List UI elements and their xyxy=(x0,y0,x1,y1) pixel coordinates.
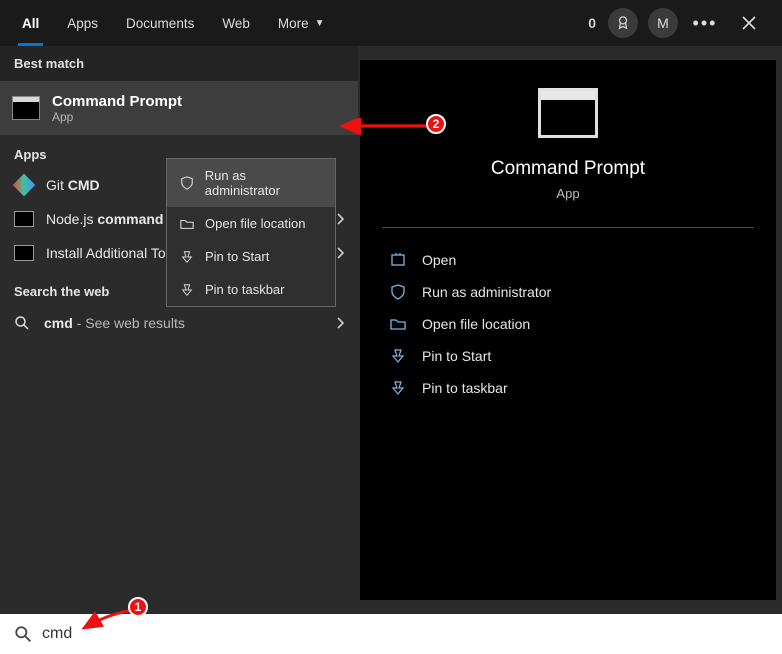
best-match-title: Command Prompt xyxy=(52,93,182,110)
search-icon xyxy=(14,625,32,643)
action-label: Open xyxy=(422,252,456,268)
chevron-right-icon xyxy=(336,317,344,329)
git-icon xyxy=(14,176,34,194)
tab-more[interactable]: More ▼ xyxy=(264,0,339,46)
annotation-badge-1: 1 xyxy=(128,597,148,617)
action-label: Open file location xyxy=(422,316,530,332)
action-label: Pin to Start xyxy=(422,348,491,364)
close-button[interactable] xyxy=(732,6,766,40)
terminal-icon xyxy=(14,210,34,228)
annotation-arrow-2 xyxy=(336,118,432,138)
annotation-badge-2: 2 xyxy=(426,114,446,134)
context-menu-open-location[interactable]: Open file location xyxy=(167,207,335,240)
app-result-label: Git CMD xyxy=(46,177,100,193)
user-avatar[interactable]: M xyxy=(648,8,678,38)
folder-icon xyxy=(179,217,195,231)
badge-icon xyxy=(616,16,630,30)
command-prompt-icon xyxy=(12,96,40,120)
best-match-result[interactable]: Command Prompt App xyxy=(0,81,358,135)
command-prompt-icon xyxy=(538,88,598,138)
action-label: Pin to taskbar xyxy=(422,380,508,396)
search-icon xyxy=(14,315,32,331)
search-filter-tabs: All Apps Documents Web More ▼ 0 M ••• xyxy=(0,0,782,46)
pin-icon xyxy=(179,250,195,264)
best-match-subtitle: App xyxy=(52,110,182,124)
chevron-right-icon xyxy=(336,247,344,259)
more-options-button[interactable]: ••• xyxy=(688,6,722,40)
search-input[interactable] xyxy=(42,625,768,643)
action-open-location[interactable]: Open file location xyxy=(382,308,754,340)
tab-documents[interactable]: Documents xyxy=(112,0,208,46)
web-result-label: cmd - See web results xyxy=(44,315,185,331)
action-run-as-admin[interactable]: Run as administrator xyxy=(382,276,754,308)
rewards-points: 0 xyxy=(588,15,596,31)
pin-icon xyxy=(388,380,408,396)
context-menu-pin-taskbar[interactable]: Pin to taskbar xyxy=(167,273,335,306)
pin-icon xyxy=(179,283,195,297)
context-menu: Run as administrator Open file location … xyxy=(166,158,336,307)
context-menu-label: Run as administrator xyxy=(205,168,323,198)
context-menu-run-as-admin[interactable]: Run as administrator xyxy=(167,159,335,207)
context-menu-label: Pin to taskbar xyxy=(205,282,285,297)
detail-title: Command Prompt xyxy=(491,158,645,180)
best-match-header: Best match xyxy=(0,46,358,81)
tab-web[interactable]: Web xyxy=(208,0,264,46)
chevron-right-icon xyxy=(336,213,344,225)
context-menu-pin-start[interactable]: Pin to Start xyxy=(167,240,335,273)
folder-icon xyxy=(388,316,408,332)
shield-icon xyxy=(388,284,408,300)
terminal-icon xyxy=(14,244,34,262)
rewards-icon[interactable] xyxy=(608,8,638,38)
action-pin-taskbar[interactable]: Pin to taskbar xyxy=(382,372,754,404)
tab-apps[interactable]: Apps xyxy=(53,0,112,46)
detail-subtitle: App xyxy=(556,186,579,201)
action-pin-start[interactable]: Pin to Start xyxy=(382,340,754,372)
divider xyxy=(382,227,754,228)
web-result[interactable]: cmd - See web results xyxy=(0,307,358,339)
action-label: Run as administrator xyxy=(422,284,551,300)
app-result-label: Node.js command xyxy=(46,211,163,227)
close-icon xyxy=(741,15,757,31)
pin-icon xyxy=(388,348,408,364)
action-open[interactable]: Open xyxy=(382,244,754,276)
chevron-down-icon: ▼ xyxy=(315,18,325,29)
context-menu-label: Open file location xyxy=(205,216,305,231)
tab-more-label: More xyxy=(278,16,309,31)
detail-panel: Command Prompt App Open Run as administr… xyxy=(360,60,776,600)
shield-icon xyxy=(179,176,195,190)
open-icon xyxy=(388,252,408,268)
tab-all[interactable]: All xyxy=(8,0,53,46)
context-menu-label: Pin to Start xyxy=(205,249,269,264)
